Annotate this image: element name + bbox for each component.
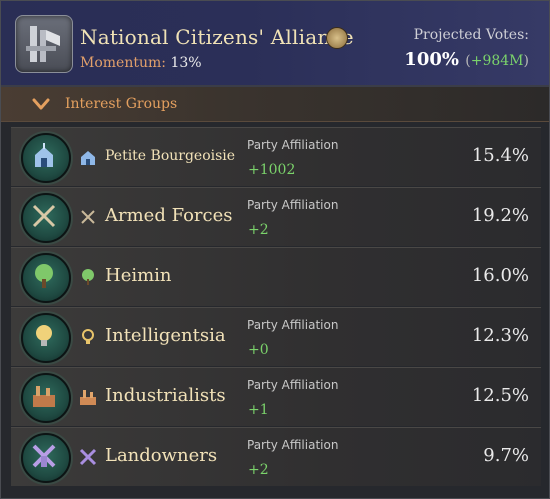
affiliation-label: Party Affiliation (247, 438, 339, 452)
windmill-small-icon (79, 448, 97, 466)
affiliation-label: Party Affiliation (247, 378, 339, 392)
group-name: Industrialists (105, 385, 226, 406)
momentum-label: Momentum: (80, 55, 166, 71)
factory-icon[interactable] (21, 373, 71, 423)
momentum-value: 13% (170, 55, 202, 71)
church-small-icon (81, 151, 95, 165)
lightbulb-icon[interactable] (21, 313, 71, 363)
lightbulb-small-icon (82, 329, 94, 344)
party-panel: National Citizens' Alliance Momentum: 13… (0, 0, 550, 499)
interest-group-row[interactable]: Armed Forces Party Affiliation +2 19.2% (11, 187, 541, 246)
party-leader-icon[interactable] (326, 27, 348, 49)
group-percent: 12.5% (471, 385, 529, 406)
affiliation-label: Party Affiliation (247, 318, 339, 332)
interest-group-row[interactable]: Landowners Party Affiliation +2 9.7% (11, 427, 541, 486)
group-percent: 12.3% (471, 325, 529, 346)
projected-votes-label: Projected Votes: (413, 27, 529, 43)
crossed-swords-icon[interactable] (21, 193, 71, 243)
group-name: Landowners (105, 445, 218, 466)
affiliation-label: Party Affiliation (247, 138, 339, 152)
chevron-down-icon[interactable] (32, 95, 50, 113)
interest-group-row[interactable]: Petite Bourgeoisie Party Affiliation +10… (11, 127, 541, 186)
church-icon[interactable] (21, 133, 71, 183)
affiliation-value: +0 (248, 342, 269, 358)
party-emblem-icon[interactable] (15, 15, 73, 73)
group-name: Heimin (105, 265, 172, 286)
affiliation-label: Party Affiliation (247, 198, 339, 212)
interest-group-row[interactable]: Industrialists Party Affiliation +1 12.5… (11, 367, 541, 426)
group-name: Petite Bourgeoisie (105, 148, 236, 164)
interest-group-row[interactable]: Heimin 16.0% (11, 247, 541, 306)
affiliation-value: +1 (248, 402, 269, 418)
projected-votes-change: (+984M) (465, 53, 529, 69)
momentum: Momentum: 13% (80, 55, 202, 71)
windmill-icon[interactable] (21, 433, 71, 483)
interest-group-row[interactable]: Intelligentsia Party Affiliation +0 12.3… (11, 307, 541, 366)
crossed-swords-small-icon (81, 210, 95, 224)
affiliation-value: +1002 (248, 162, 296, 178)
group-name: Intelligentsia (105, 325, 226, 346)
tree-small-icon (82, 269, 94, 285)
group-percent: 9.7% (483, 445, 529, 466)
party-name: National Citizens' Alliance (80, 25, 354, 49)
group-percent: 15.4% (471, 145, 529, 166)
change-number: +984M (470, 53, 524, 69)
affiliation-value: +2 (248, 462, 269, 478)
interest-groups-header[interactable]: Interest Groups (1, 87, 549, 122)
section-title: Interest Groups (65, 96, 178, 112)
change-close-paren: ) (523, 53, 529, 69)
group-percent: 19.2% (471, 205, 529, 226)
group-percent: 16.0% (471, 265, 529, 286)
tree-icon[interactable] (21, 253, 71, 303)
party-header: National Citizens' Alliance Momentum: 13… (1, 1, 549, 87)
projected-votes-value: 100% (404, 49, 459, 70)
group-name: Armed Forces (105, 205, 233, 226)
factory-small-icon (80, 390, 96, 405)
affiliation-value: +2 (248, 222, 269, 238)
projected-votes: 100% (+984M) (404, 49, 529, 70)
